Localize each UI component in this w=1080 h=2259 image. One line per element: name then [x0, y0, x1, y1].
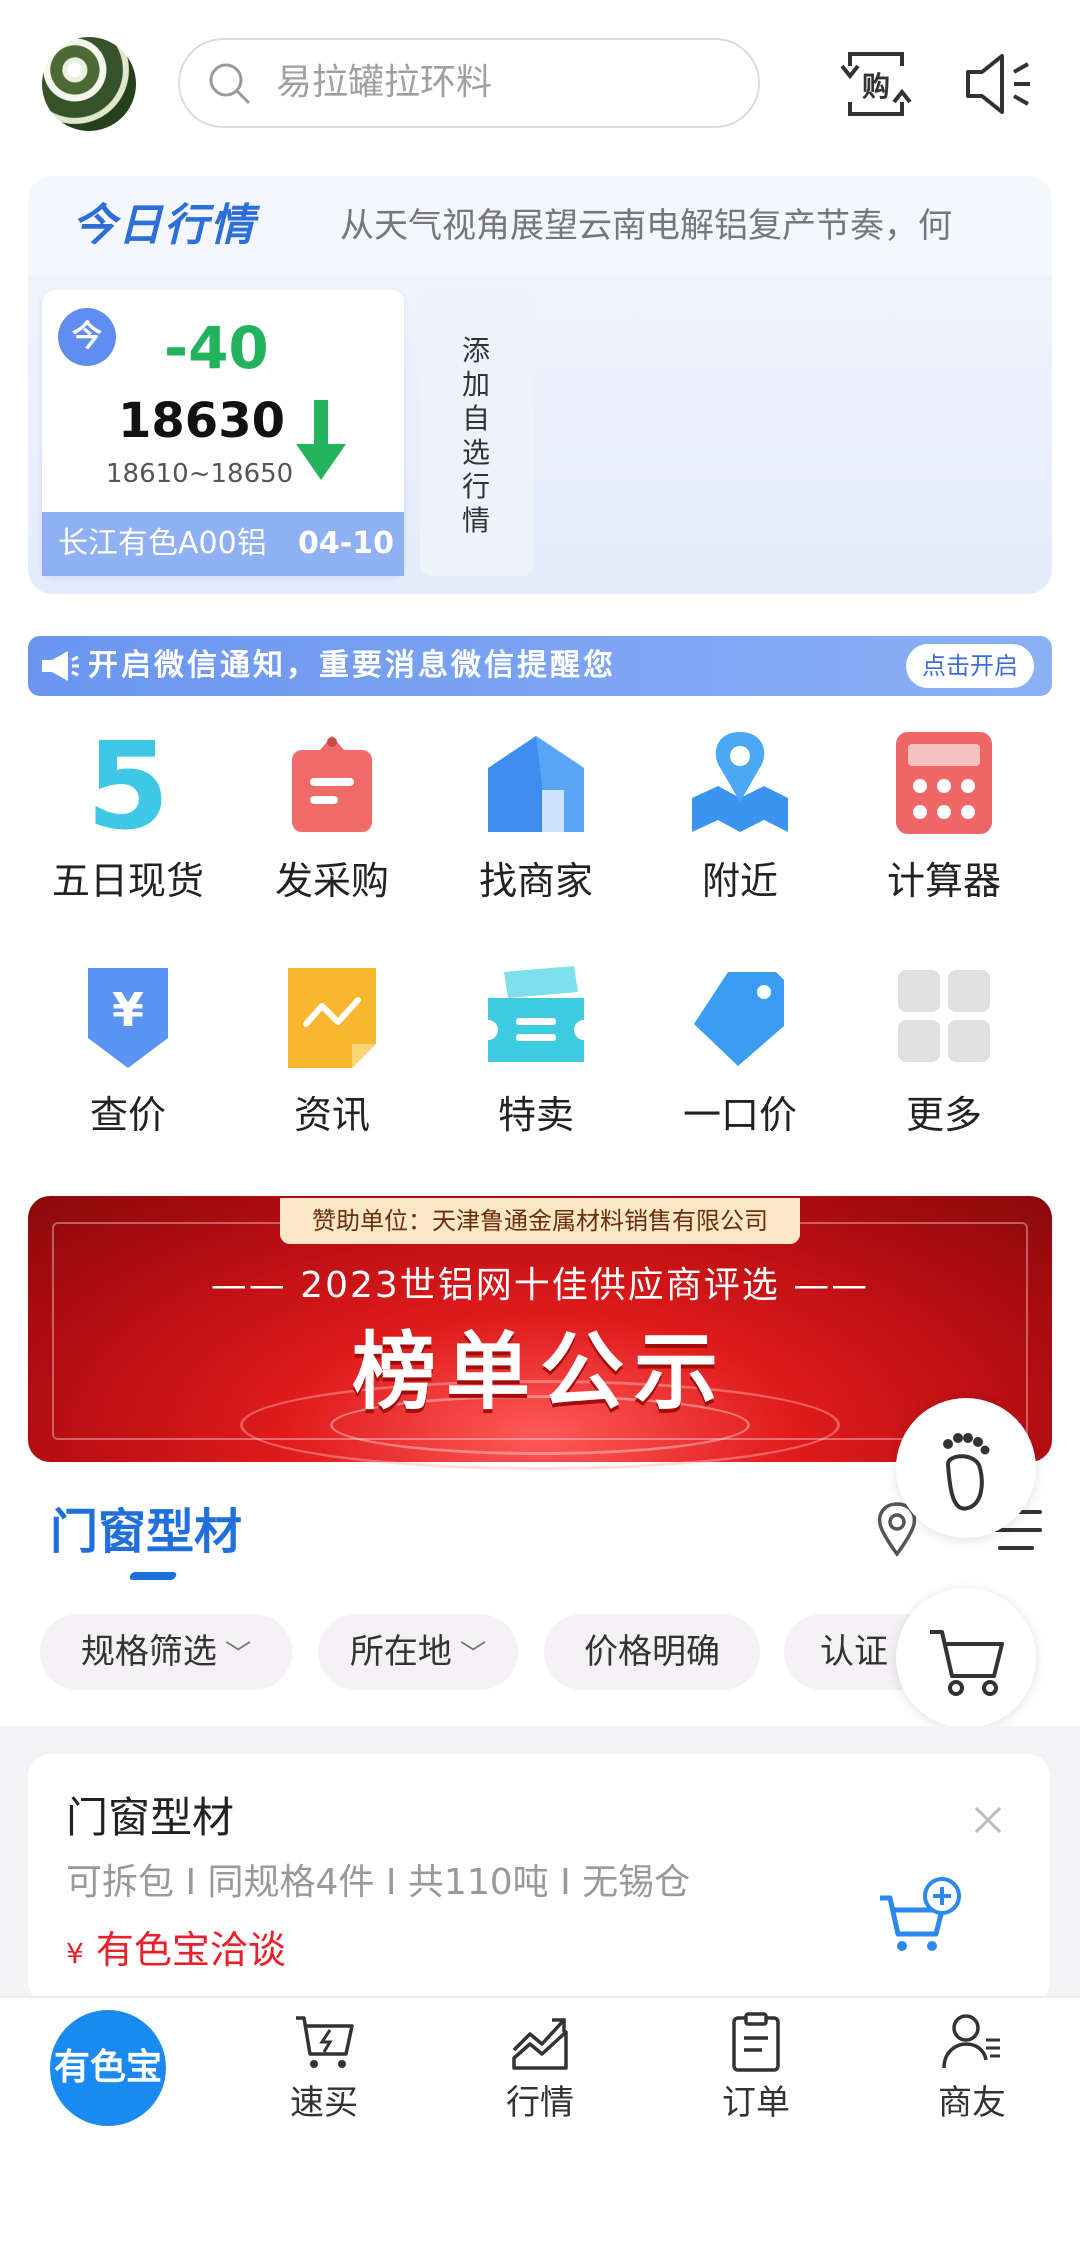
add-watchlist-label: 添加自选行情: [461, 334, 490, 537]
quote-change: -40: [164, 314, 269, 382]
chevron-down-icon: ﹀: [216, 1640, 252, 1670]
grid-label: 发采购: [274, 859, 389, 903]
quote-price: 18630: [118, 393, 285, 449]
nav-orders[interactable]: 订单: [676, 2010, 836, 2140]
grid-label: 资讯: [293, 1093, 370, 1137]
yuan-shield-icon: ¥: [88, 968, 168, 1068]
grid-label: 五日现货: [51, 859, 204, 903]
grid-item-more[interactable]: 更多: [842, 962, 1046, 1162]
cart-icon: [930, 1630, 1004, 1696]
speaker-mute-icon[interactable]: [958, 44, 1038, 124]
add-to-cart-icon[interactable]: [876, 1876, 966, 1956]
filter-chip-spec[interactable]: 规格筛选 ﹀: [40, 1614, 292, 1690]
grid-item-nearby[interactable]: 附近: [638, 728, 842, 928]
contacts-user-icon: [942, 2014, 1000, 2069]
grid-item-news[interactable]: 资讯: [230, 962, 434, 1162]
grid-item-post-purchase[interactable]: 发采购: [230, 728, 434, 928]
filter-chip-clear-price[interactable]: 价格明确: [544, 1614, 760, 1690]
quote-date: 04-10: [298, 526, 394, 561]
grid-item-check-price[interactable]: ¥ 查价: [26, 962, 230, 1162]
chevron-down-icon: ﹀: [451, 1640, 487, 1670]
search-icon: [209, 63, 250, 104]
grid-item-special-sale[interactable]: 特卖: [434, 962, 638, 1162]
market-trend-icon: [512, 2018, 568, 2070]
banner-subtitle: —— 2023世铝网十佳供应商评选 ——: [210, 1265, 870, 1306]
footprint-icon: [943, 1433, 990, 1511]
grid-label: 一口价: [682, 1093, 797, 1137]
nav-quick-buy[interactable]: 速买: [244, 2010, 404, 2140]
megaphone-icon: [42, 651, 79, 681]
svg-text:¥: ¥: [112, 983, 144, 1037]
section-title[interactable]: 门窗型材: [50, 1500, 242, 1564]
filter-chip-location[interactable]: 所在地 ﹀: [318, 1614, 518, 1690]
quick-buy-cart-icon: [296, 2016, 354, 2068]
grid-item-find-merchant[interactable]: 找商家: [434, 728, 638, 928]
chip-label: 价格明确: [584, 1632, 720, 1672]
grid-item-calculator[interactable]: 计算器: [842, 728, 1046, 928]
quote-range: 18610~18650: [106, 459, 294, 489]
listing-price: ¥ 有色宝洽谈: [66, 1924, 286, 1980]
nav-label: 行情: [506, 2083, 574, 2123]
nav-label: 订单: [722, 2083, 790, 2123]
grid-label: 计算器: [886, 859, 1001, 903]
grid-label: 找商家: [478, 859, 593, 903]
ticket-icon: [488, 966, 584, 1062]
svg-text:5: 5: [86, 728, 170, 838]
banner-sponsor: 赞助单位：天津鲁通金属材料销售有限公司: [312, 1207, 768, 1235]
close-icon[interactable]: [970, 1802, 1006, 1838]
section-title-underline: [128, 1572, 178, 1580]
chip-label: 规格筛选: [80, 1632, 217, 1672]
currency-symbol: ¥: [66, 1937, 84, 1970]
chip-label: 所在地: [349, 1632, 452, 1672]
chip-label: 认证: [820, 1632, 888, 1672]
listing-title[interactable]: 门窗型材: [66, 1790, 234, 1846]
grid-item-five-day-spot[interactable]: 5 五日现货: [26, 728, 230, 928]
five-icon: 5: [86, 728, 170, 838]
news-chart-icon: [288, 968, 376, 1068]
user-avatar[interactable]: [42, 37, 136, 131]
today-badge: 今: [58, 308, 116, 366]
nav-market[interactable]: 行情: [460, 2010, 620, 2140]
nav-label: 商友: [938, 2083, 1006, 2123]
quote-name: 长江有色A00铝: [58, 526, 267, 561]
svg-text:购: 购: [862, 70, 890, 103]
calculator-icon: [896, 732, 992, 834]
grid-label: 附近: [701, 859, 778, 903]
price-tag-icon: [694, 972, 784, 1066]
nav-home-button[interactable]: 有色宝: [50, 2010, 166, 2126]
market-news-ticker[interactable]: 从天气视角展望云南电解铝复产节奏，何: [340, 200, 1040, 252]
down-arrow-icon: [296, 400, 346, 480]
price-text: 有色宝洽谈: [95, 1928, 286, 1972]
footprint-button[interactable]: [896, 1398, 1036, 1538]
market-title[interactable]: 今日行情: [72, 196, 256, 256]
nearby-map-icon: [692, 732, 788, 832]
more-grid-icon: [898, 970, 990, 1062]
shop-house-icon: [488, 736, 584, 832]
grid-label: 特卖: [497, 1093, 574, 1137]
purchase-exchange-icon[interactable]: 购: [836, 44, 916, 124]
nav-contacts[interactable]: 商友: [892, 2010, 1052, 2140]
cart-button[interactable]: [896, 1588, 1036, 1728]
search-placeholder: 易拉罐拉环料: [276, 62, 493, 103]
nav-label: 速买: [290, 2083, 358, 2123]
banner-title: 榜单公示: [351, 1323, 728, 1421]
grid-label: 更多: [905, 1093, 982, 1137]
order-clipboard-icon: [732, 2012, 780, 2072]
listing-specs: 可拆包 I 同规格4件 I 共110吨 I 无锡仓: [66, 1862, 691, 1903]
enable-notify-button[interactable]: 点击开启: [906, 644, 1034, 688]
grid-label: 查价: [89, 1093, 166, 1137]
grid-item-fixed-price[interactable]: 一口价: [638, 962, 842, 1162]
purchase-tag-icon: [292, 736, 372, 832]
notify-text: 开启微信通知，重要消息微信提醒您: [88, 648, 616, 683]
